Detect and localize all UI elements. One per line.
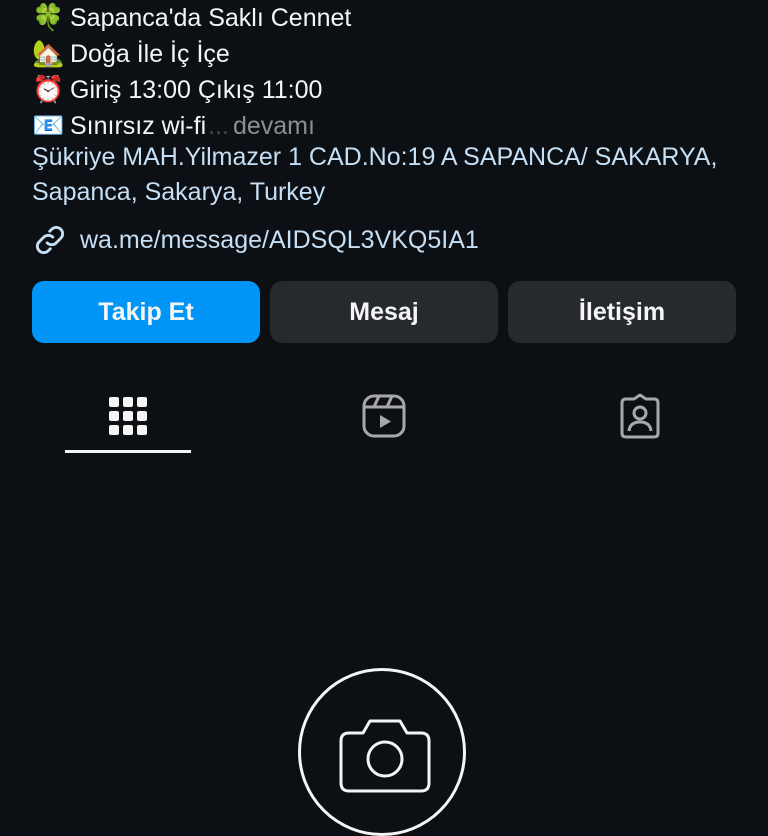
alarm-clock-icon: ⏰: [32, 75, 65, 105]
empty-state-camera: [298, 668, 466, 836]
tab-posts[interactable]: [64, 380, 192, 452]
profile-bio: 🍀 Sapanca'da Saklı Cennet 🏡 Doğa İle İç …: [32, 0, 752, 144]
tagged-icon: [620, 393, 660, 439]
mail-icon: 📧: [32, 111, 65, 141]
bio-line-wifi: 📧 Sınırsız wi-fi ... devamı: [32, 108, 752, 144]
profile-tabs: [0, 380, 768, 456]
link-icon: [32, 222, 68, 258]
camera-icon: [339, 719, 431, 793]
bio-line-text: Sınırsız wi-fi: [70, 111, 207, 140]
tab-selected-indicator: [65, 450, 191, 453]
house-icon: 🏡: [32, 39, 65, 69]
address-link[interactable]: Şükriye MAH.Yilmazer 1 CAD.No:19 A SAPAN…: [32, 140, 752, 210]
tab-tagged[interactable]: [576, 380, 704, 452]
external-link[interactable]: wa.me/message/AIDSQL3VKQ5IA1: [32, 222, 479, 258]
bio-line-text: Sapanca'da Saklı Cennet: [70, 3, 352, 32]
clover-icon: 🍀: [32, 3, 65, 33]
profile-actions: Takip Et Mesaj İletişim: [32, 281, 736, 343]
bio-line-text: Giriş 13:00 Çıkış 11:00: [70, 75, 323, 104]
bio-line-nature: 🏡 Doğa İle İç İçe: [32, 36, 752, 72]
contact-button[interactable]: İletişim: [508, 281, 736, 343]
bio-line-name: 🍀 Sapanca'da Saklı Cennet: [32, 0, 752, 36]
bio-more-link[interactable]: devamı: [233, 112, 315, 141]
bio-ellipsis: ...: [208, 111, 229, 140]
follow-button[interactable]: Takip Et: [32, 281, 260, 343]
tab-reels[interactable]: [320, 380, 448, 452]
bio-line-checkin: ⏰ Giriş 13:00 Çıkış 11:00: [32, 72, 752, 108]
external-link-text: wa.me/message/AIDSQL3VKQ5IA1: [80, 225, 479, 254]
grid-icon: [109, 397, 147, 435]
bio-line-text: Doğa İle İç İçe: [70, 39, 230, 68]
message-button[interactable]: Mesaj: [270, 281, 498, 343]
reels-icon: [362, 394, 406, 438]
